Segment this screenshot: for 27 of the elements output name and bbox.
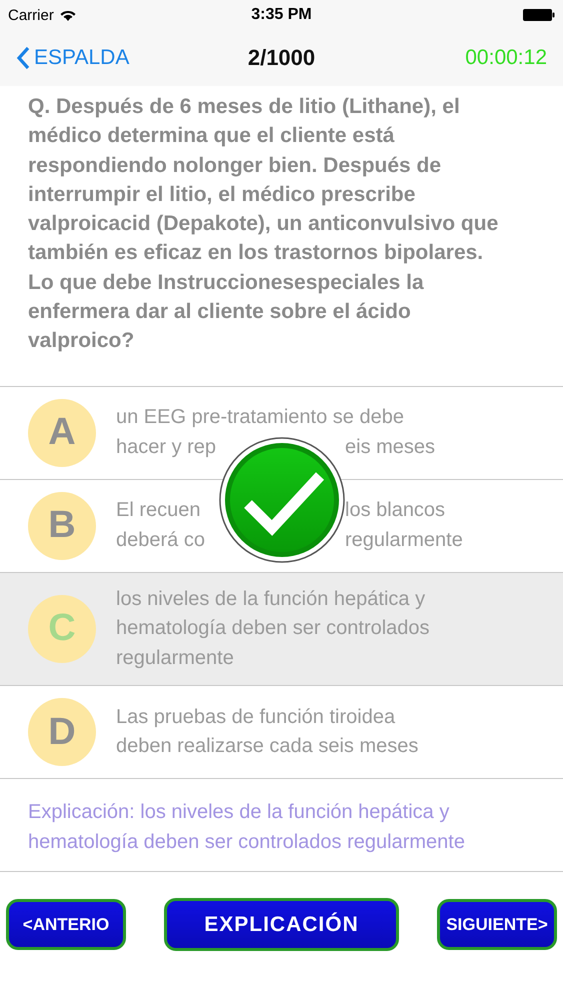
status-time: 3:35 PM [251,6,312,24]
option-text: Las pruebas de función tiroidea [116,704,396,730]
explanation-button[interactable]: EXPLICACIÓN [164,898,399,952]
question-counter: 2/1000 [248,45,316,71]
answer-option[interactable]: C los niveles de la función hepática y hematología deben ser controlados regularmente [0,572,563,686]
option-text: un EEG pre-tratamiento se debe [116,405,405,430]
option-text: deben realizarse cada seis meses [116,734,418,760]
option-text: deberá co [116,528,206,553]
option-text: El recuen [116,498,202,524]
nav-button[interactable]: <ANTERIO [6,899,126,950]
back-button[interactable]: ESPALDA [16,46,130,70]
option-text: los blancos [345,498,446,524]
option-text: los niveles de la función hepática y [116,586,426,612]
option-text: regularmente [345,528,463,553]
carrier-label: Carrier [8,6,54,24]
option-letter: B [28,492,96,560]
nav-button[interactable]: SIGUIENTE> [437,899,557,950]
option-letter: C [28,594,96,663]
option-text: eis meses [345,434,436,460]
option-text: regularmente [116,646,235,671]
answer-option[interactable]: A un EEG pre-tratamiento se debe hacer y rep eis meses [0,386,563,480]
option-text: hematología deben ser controlados [116,616,430,642]
explanation-text: Explicación: los niveles de la función hepática y hematología deben ser controlados regularmente [0,779,563,872]
option-letter: D [28,698,96,766]
timer: 00:00:12 [465,46,547,70]
option-text: hacer y rep [116,434,218,460]
option-letter: A [28,398,96,467]
